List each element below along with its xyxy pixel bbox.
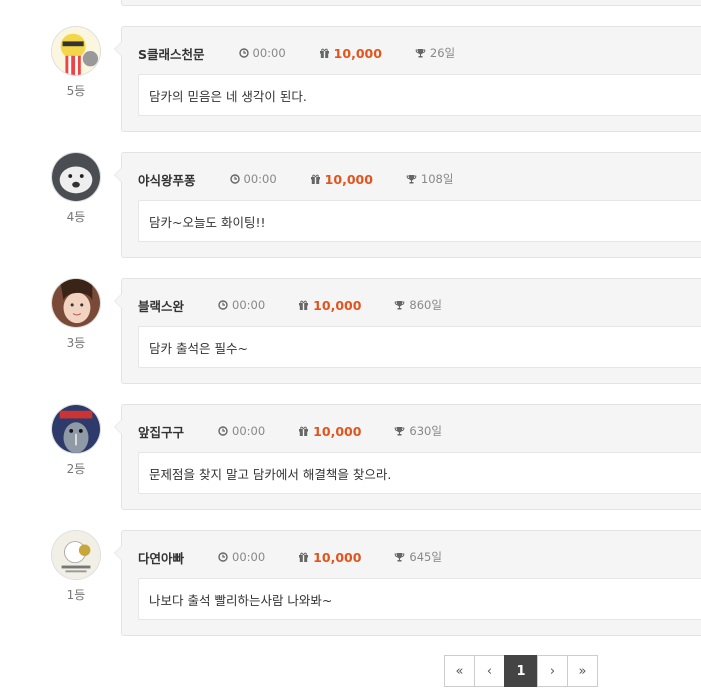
- last-page-button[interactable]: »: [567, 655, 598, 687]
- points-value: 10,000: [324, 171, 373, 187]
- pagination: « ‹ 1 › »: [444, 655, 598, 687]
- entry-meta: 다연아빠 00:00 10,000 645일: [138, 548, 442, 566]
- avatar[interactable]: [51, 278, 101, 328]
- previous-entry-card-bottom: [121, 0, 701, 6]
- points-info: 10,000: [319, 46, 382, 61]
- rank-label: 5등: [66, 84, 86, 98]
- entry-message: 담카의 믿음은 네 생각이 된다.: [138, 74, 701, 116]
- user-name[interactable]: 야식왕푸퐁: [138, 170, 196, 189]
- gift-icon: [319, 48, 329, 58]
- days-info: 26일: [415, 45, 455, 61]
- days-info: 630일: [394, 423, 442, 439]
- page-1-button[interactable]: 1: [504, 655, 538, 687]
- time-value: 00:00: [252, 46, 286, 60]
- entry-card: 앞집구구 00:00 10,000 630일 문제점을 찾지 말고 담카에서 해…: [114, 404, 701, 510]
- user-name[interactable]: S클래스천문: [138, 44, 205, 63]
- trophy-icon: [395, 301, 405, 310]
- attendance-entry: 1등 다연아빠 00:00 10,000 645일 나보다 출석 빨리하는사람 …: [0, 530, 701, 640]
- avatar[interactable]: [51, 404, 101, 454]
- entry-message: 담카 출석은 필수~: [138, 326, 701, 368]
- trophy-icon: [395, 553, 405, 562]
- days-value: 26일: [429, 46, 456, 60]
- entry-message: 나보다 출석 빨리하는사람 나와봐~: [138, 578, 701, 620]
- trophy-icon: [406, 175, 417, 184]
- rank-label: 2등: [66, 462, 86, 476]
- time-value: 00:00: [232, 424, 266, 438]
- time-info: 00:00: [218, 298, 265, 312]
- entry-card: 블랙스완 00:00 10,000 860일 담카 출석은 필수~: [114, 278, 701, 384]
- points-info: 10,000: [310, 172, 373, 187]
- rank-label: 4등: [66, 210, 86, 224]
- days-value: 645일: [409, 550, 442, 564]
- gift-icon: [310, 174, 320, 184]
- time-value: 00:00: [232, 550, 266, 564]
- clock-icon: [218, 552, 228, 562]
- attendance-entry: 5등 S클래스천문 00:00 10,000 26일 담카의 믿음은 네 생각이…: [0, 26, 701, 136]
- entry-meta: 야식왕푸퐁 00:00 10,000 108일: [138, 170, 453, 188]
- attendance-entry: 3등 블랙스완 00:00 10,000 860일 담카 출석은 필수~: [0, 278, 701, 388]
- entry-card: 야식왕푸퐁 00:00 10,000 108일 담카~오늘도 화이팅!!: [114, 152, 701, 258]
- trophy-icon: [415, 49, 426, 58]
- time-value: 00:00: [243, 172, 277, 186]
- entry-message: 문제점을 찾지 말고 담카에서 해결책을 찾으라.: [138, 452, 701, 494]
- gift-icon: [299, 300, 309, 310]
- attendance-entry: 2등 앞집구구 00:00 10,000 630일 문제점을 찾지 말고 담카에…: [0, 404, 701, 514]
- trophy-icon: [395, 427, 405, 436]
- time-info: 00:00: [238, 46, 286, 60]
- time-info: 00:00: [218, 424, 265, 438]
- entry-meta: 블랙스완 00:00 10,000 860일: [138, 296, 442, 314]
- entry-card: S클래스천문 00:00 10,000 26일 담카의 믿음은 네 생각이 된다…: [114, 26, 701, 132]
- clock-icon: [229, 174, 240, 184]
- next-page-button[interactable]: ›: [537, 655, 568, 687]
- days-info: 860일: [394, 297, 442, 313]
- points-info: 10,000: [298, 550, 361, 565]
- days-value: 108일: [420, 172, 454, 186]
- days-info: 645일: [394, 549, 442, 565]
- user-name[interactable]: 앞집구구: [138, 422, 184, 441]
- first-page-button[interactable]: «: [444, 655, 475, 687]
- points-info: 10,000: [298, 424, 361, 439]
- entry-message: 담카~오늘도 화이팅!!: [138, 200, 701, 242]
- clock-icon: [218, 300, 228, 310]
- points-value: 10,000: [313, 297, 362, 313]
- clock-icon: [218, 426, 228, 436]
- clock-icon: [238, 48, 249, 58]
- user-name[interactable]: 다연아빠: [138, 548, 184, 567]
- days-value: 630일: [409, 424, 442, 438]
- gift-icon: [299, 426, 309, 436]
- points-info: 10,000: [298, 298, 361, 313]
- rank-label: 1등: [66, 588, 86, 602]
- points-value: 10,000: [313, 423, 362, 439]
- gift-icon: [299, 552, 309, 562]
- points-value: 10,000: [313, 549, 362, 565]
- avatar[interactable]: [51, 26, 101, 76]
- rank-label: 3등: [66, 336, 86, 350]
- avatar[interactable]: [51, 530, 101, 580]
- time-info: 00:00: [218, 550, 265, 564]
- days-value: 860일: [409, 298, 442, 312]
- user-name[interactable]: 블랙스완: [138, 296, 184, 315]
- entry-card: 다연아빠 00:00 10,000 645일 나보다 출석 빨리하는사람 나와봐…: [114, 530, 701, 636]
- time-info: 00:00: [229, 172, 277, 186]
- entry-meta: S클래스천문 00:00 10,000 26일: [138, 44, 455, 62]
- entry-meta: 앞집구구 00:00 10,000 630일: [138, 422, 442, 440]
- time-value: 00:00: [232, 298, 266, 312]
- points-value: 10,000: [333, 45, 382, 61]
- days-info: 108일: [406, 171, 454, 187]
- avatar[interactable]: [51, 152, 101, 202]
- attendance-entry: 4등 야식왕푸퐁 00:00 10,000 108일 담카~오늘도 화이팅!!: [0, 152, 701, 262]
- prev-page-button[interactable]: ‹: [474, 655, 505, 687]
